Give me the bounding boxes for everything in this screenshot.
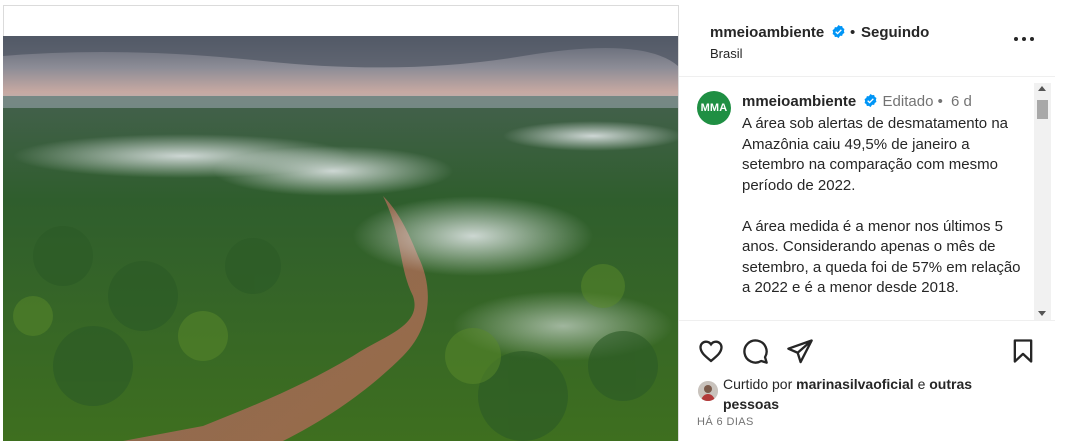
meta-dot: • (937, 93, 943, 110)
caption-scrollbar[interactable] (1034, 83, 1051, 320)
post-image[interactable] (3, 36, 678, 441)
header-dot: • (850, 24, 856, 41)
bookmark-icon[interactable] (1009, 337, 1037, 365)
liked-user-link[interactable]: marinasilvaoficial (796, 376, 914, 392)
liked-by-avatar[interactable] (697, 380, 719, 402)
location-link[interactable]: Brasil (710, 46, 743, 61)
amazon-river-photo (3, 36, 678, 441)
heart-icon[interactable] (697, 337, 725, 365)
caption-text: A área sob alertas de desmatamento na Am… (742, 115, 1021, 296)
caption-header: mmeioambiente Editado • 6 d (742, 93, 972, 110)
verified-badge-icon (864, 93, 877, 108)
comment-icon[interactable] (741, 337, 769, 365)
post-age[interactable]: 6 d (951, 93, 972, 110)
header-username[interactable]: mmeioambiente (710, 24, 824, 41)
scroll-up-arrow-icon[interactable] (1038, 86, 1046, 91)
liked-connector: e (917, 376, 926, 392)
more-options-icon[interactable] (1013, 33, 1035, 45)
following-button[interactable]: Seguindo (861, 24, 929, 41)
divider (679, 320, 1055, 321)
header-username-link[interactable]: mmeioambiente (710, 24, 846, 41)
caption-username[interactable]: mmeioambiente (742, 93, 856, 110)
scrollbar-thumb[interactable] (1037, 100, 1048, 119)
edited-label: Editado (882, 93, 934, 110)
scroll-down-arrow-icon[interactable] (1038, 311, 1046, 316)
liked-by-text: Curtido por marinasilvaoficial e outras … (723, 374, 1023, 414)
verified-badge-icon (832, 24, 845, 39)
liked-prefix: Curtido por (723, 376, 793, 392)
share-icon[interactable] (786, 337, 814, 365)
post-details-panel: mmeioambiente • Seguindo Brasil MMA mmei… (678, 5, 1055, 441)
post-date[interactable]: HÁ 6 DIAS (697, 416, 754, 428)
post-header: mmeioambiente • Seguindo Brasil (679, 5, 1055, 77)
caption-area: MMA mmeioambiente Editado • 6 d A área s… (679, 77, 1055, 320)
user-avatar-icon (698, 381, 718, 401)
avatar[interactable]: MMA (697, 91, 731, 125)
